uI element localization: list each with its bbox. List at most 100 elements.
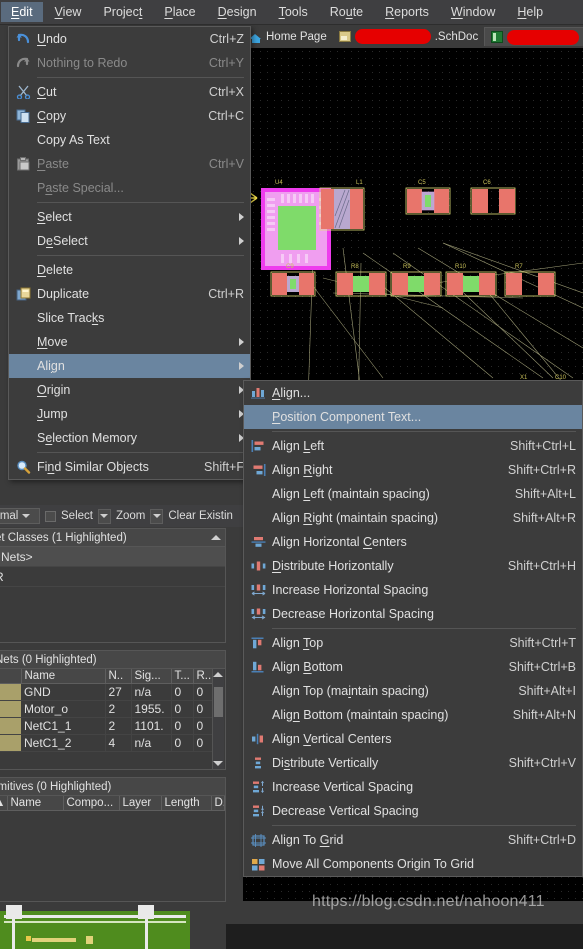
main-menu-bar[interactable]: Edit View Project Place Design Tools Rou… [0,0,583,25]
submenu-item-align-top-maintain[interactable]: Align Top (maintain spacing) Shift+Alt+I [244,679,582,703]
menu-item-slice-tracks[interactable]: Slice Tracks [9,306,250,330]
edit-menu[interactable]: Undo Ctrl+Z Nothing to Redo Ctrl+Y Cut C… [8,26,251,480]
menu-reports[interactable]: Reports [375,2,439,22]
sort-asc-icon[interactable]: ▲ [0,796,8,811]
select-dropdown[interactable] [97,508,111,524]
submenu-item-decrease-horizontal-spacing[interactable]: Decrease Horizontal Spacing [244,602,582,626]
menu-item-selection-memory[interactable]: Selection Memory [9,426,250,450]
tab-home-page[interactable]: Home Page [243,25,333,48]
nets-title: Nets (0 Highlighted) [0,653,97,666]
col-length[interactable]: Length [161,796,212,811]
menu-project[interactable]: Project [93,2,152,22]
align-right-icon [244,464,272,476]
submenu-item-align-top[interactable]: Align Top Shift+Ctrl+T [244,631,582,655]
col-sig[interactable]: Sig... [131,669,172,684]
nets-panel: Nets (0 Highlighted) Name N.. Sig... T..… [0,650,226,770]
menu-item-delete[interactable]: Delete [9,258,250,282]
net-signal: 1101. [131,717,172,735]
designator: R7 [515,264,523,270]
net-classes-header: et Classes (1 Highlighted) [0,529,225,547]
submenu-item-align-to-grid[interactable]: Align To Grid Shift+Ctrl+D [244,828,582,852]
menu-item-origin[interactable]: Origin [9,378,250,402]
increase-h-spacing-icon [244,584,272,596]
menu-label-rest: ight [312,463,333,477]
scroll-up-icon[interactable] [213,672,223,677]
select-checkbox[interactable] [45,510,56,522]
net-count: 27 [105,683,132,701]
menu-item-cut[interactable]: Cut Ctrl+X [9,80,250,104]
nets-table[interactable]: Name N.. Sig... T... R... Unrou... GND 2… [0,669,212,752]
submenu-item-align-right[interactable]: Align Right Shift+Ctrl+R [244,458,582,482]
menu-label-rest: ertical Centers [310,732,392,746]
submenu-item-align-vertical-centers[interactable]: Align Vertical Centers [244,727,582,751]
menu-item-find-similar-objects[interactable]: Find Similar Objects Shift+F [9,455,250,479]
col-n[interactable]: N.. [105,669,132,684]
menu-item-align[interactable]: Align [9,354,250,378]
submenu-item-increase-vertical-spacing[interactable]: Increase Vertical Spacing [244,775,582,799]
shortcut: Ctrl+X [208,85,244,99]
submenu-item-distribute-horizontally[interactable]: Distribute Horizontally Shift+Ctrl+H [244,554,582,578]
submenu-item-position-component-text[interactable]: Position Component Text... [244,405,582,429]
scroll-down-icon[interactable] [213,761,223,766]
submenu-item-align-bottom[interactable]: Align Bottom Shift+Ctrl+B [244,655,582,679]
submenu-item-align-horizontal-centers[interactable]: Align Horizontal Centers [244,530,582,554]
menu-item-undo[interactable]: Undo Ctrl+Z [9,27,250,51]
submenu-item-align-right-maintain[interactable]: Align Right (maintain spacing) Shift+Alt… [244,506,582,530]
menu-item-deselect[interactable]: DeSelect [9,229,250,253]
tab-pcb-doc[interactable]: .p [484,27,583,46]
table-row[interactable]: NetC1_1 2 1101. 0 0 1101.09 [0,717,212,735]
menu-design[interactable]: Design [208,2,267,22]
submenu-item-align-left-maintain[interactable]: Align Left (maintain spacing) Shift+Alt+… [244,482,582,506]
menu-item-select[interactable]: Select [9,205,250,229]
menu-item-jump[interactable]: Jump [9,402,250,426]
menu-place[interactable]: Place [154,2,205,22]
menu-item-duplicate[interactable]: Duplicate Ctrl+R [9,282,250,306]
collapse-icon[interactable] [211,535,221,540]
submenu-item-align-left[interactable]: Align Left Shift+Ctrl+L [244,434,582,458]
col-d[interactable]: D.. [211,796,225,811]
menu-label: Decrease Horizontal Spacing [272,607,434,621]
table-row[interactable]: GND 27 n/a 0 0 10986.60 [0,683,212,701]
menu-window[interactable]: Window [441,2,505,22]
submenu-item-distribute-vertically[interactable]: Distribute Vertically Shift+Ctrl+V [244,751,582,775]
net-class-label: R [0,570,4,584]
shortcut: Shift+Ctrl+T [509,636,576,650]
tab-schematic-doc[interactable]: .SchDoc [333,25,484,48]
nets-scrollbar[interactable] [212,669,224,769]
menu-item-copy-as-text[interactable]: Copy As Text [9,128,250,152]
submenu-item-decrease-vertical-spacing[interactable]: Decrease Vertical Spacing [244,799,582,823]
col-name[interactable]: Name [21,669,106,684]
submenu-item-align-dialog[interactable]: Align... [244,381,582,405]
align-submenu[interactable]: Align... Position Component Text... Alig… [243,380,583,877]
document-tab-bar: Home Page .SchDoc .p [243,25,583,48]
menu-edit[interactable]: Edit [1,2,43,22]
menu-separator [272,628,576,629]
submenu-item-move-all-components-origin-to-grid[interactable]: Move All Components Origin To Grid [244,852,582,876]
designator: L1 [356,180,363,186]
mode-select[interactable]: rmal [0,508,40,524]
col-layer[interactable]: Layer [119,796,162,811]
scroll-thumb[interactable] [214,687,223,717]
zoom-dropdown[interactable] [150,508,164,524]
menu-tools[interactable]: Tools [269,2,318,22]
col-t[interactable]: T... [171,669,194,684]
col-component[interactable]: Compo... [63,796,120,811]
menu-separator [37,452,244,453]
board-preview-thumbnail[interactable] [0,905,226,949]
net-class-row[interactable]: R [0,567,225,587]
menu-help[interactable]: Help [507,2,553,22]
tab-label: Home Page [266,30,327,43]
menu-item-move[interactable]: Move [9,330,250,354]
net-class-label: l Nets> [0,549,33,564]
col-name[interactable]: Name [7,796,64,811]
table-row[interactable]: NetC1_2 4 n/a 0 0 1263.4 [0,734,212,752]
table-row[interactable]: Motor_o 2 1955. 0 0 1955.297 [0,700,212,718]
net-class-row[interactable]: l Nets> [0,547,225,567]
menu-route[interactable]: Route [320,2,373,22]
col-r[interactable]: R... [193,669,212,684]
menu-view[interactable]: View [45,2,92,22]
menu-item-copy[interactable]: Copy Ctrl+C [9,104,250,128]
submenu-item-increase-horizontal-spacing[interactable]: Increase Horizontal Spacing [244,578,582,602]
submenu-item-align-bottom-maintain[interactable]: Align Bottom (maintain spacing) Shift+Al… [244,703,582,727]
primitives-table[interactable]: ▲ Name Compo... Layer Length D.. [0,796,225,811]
